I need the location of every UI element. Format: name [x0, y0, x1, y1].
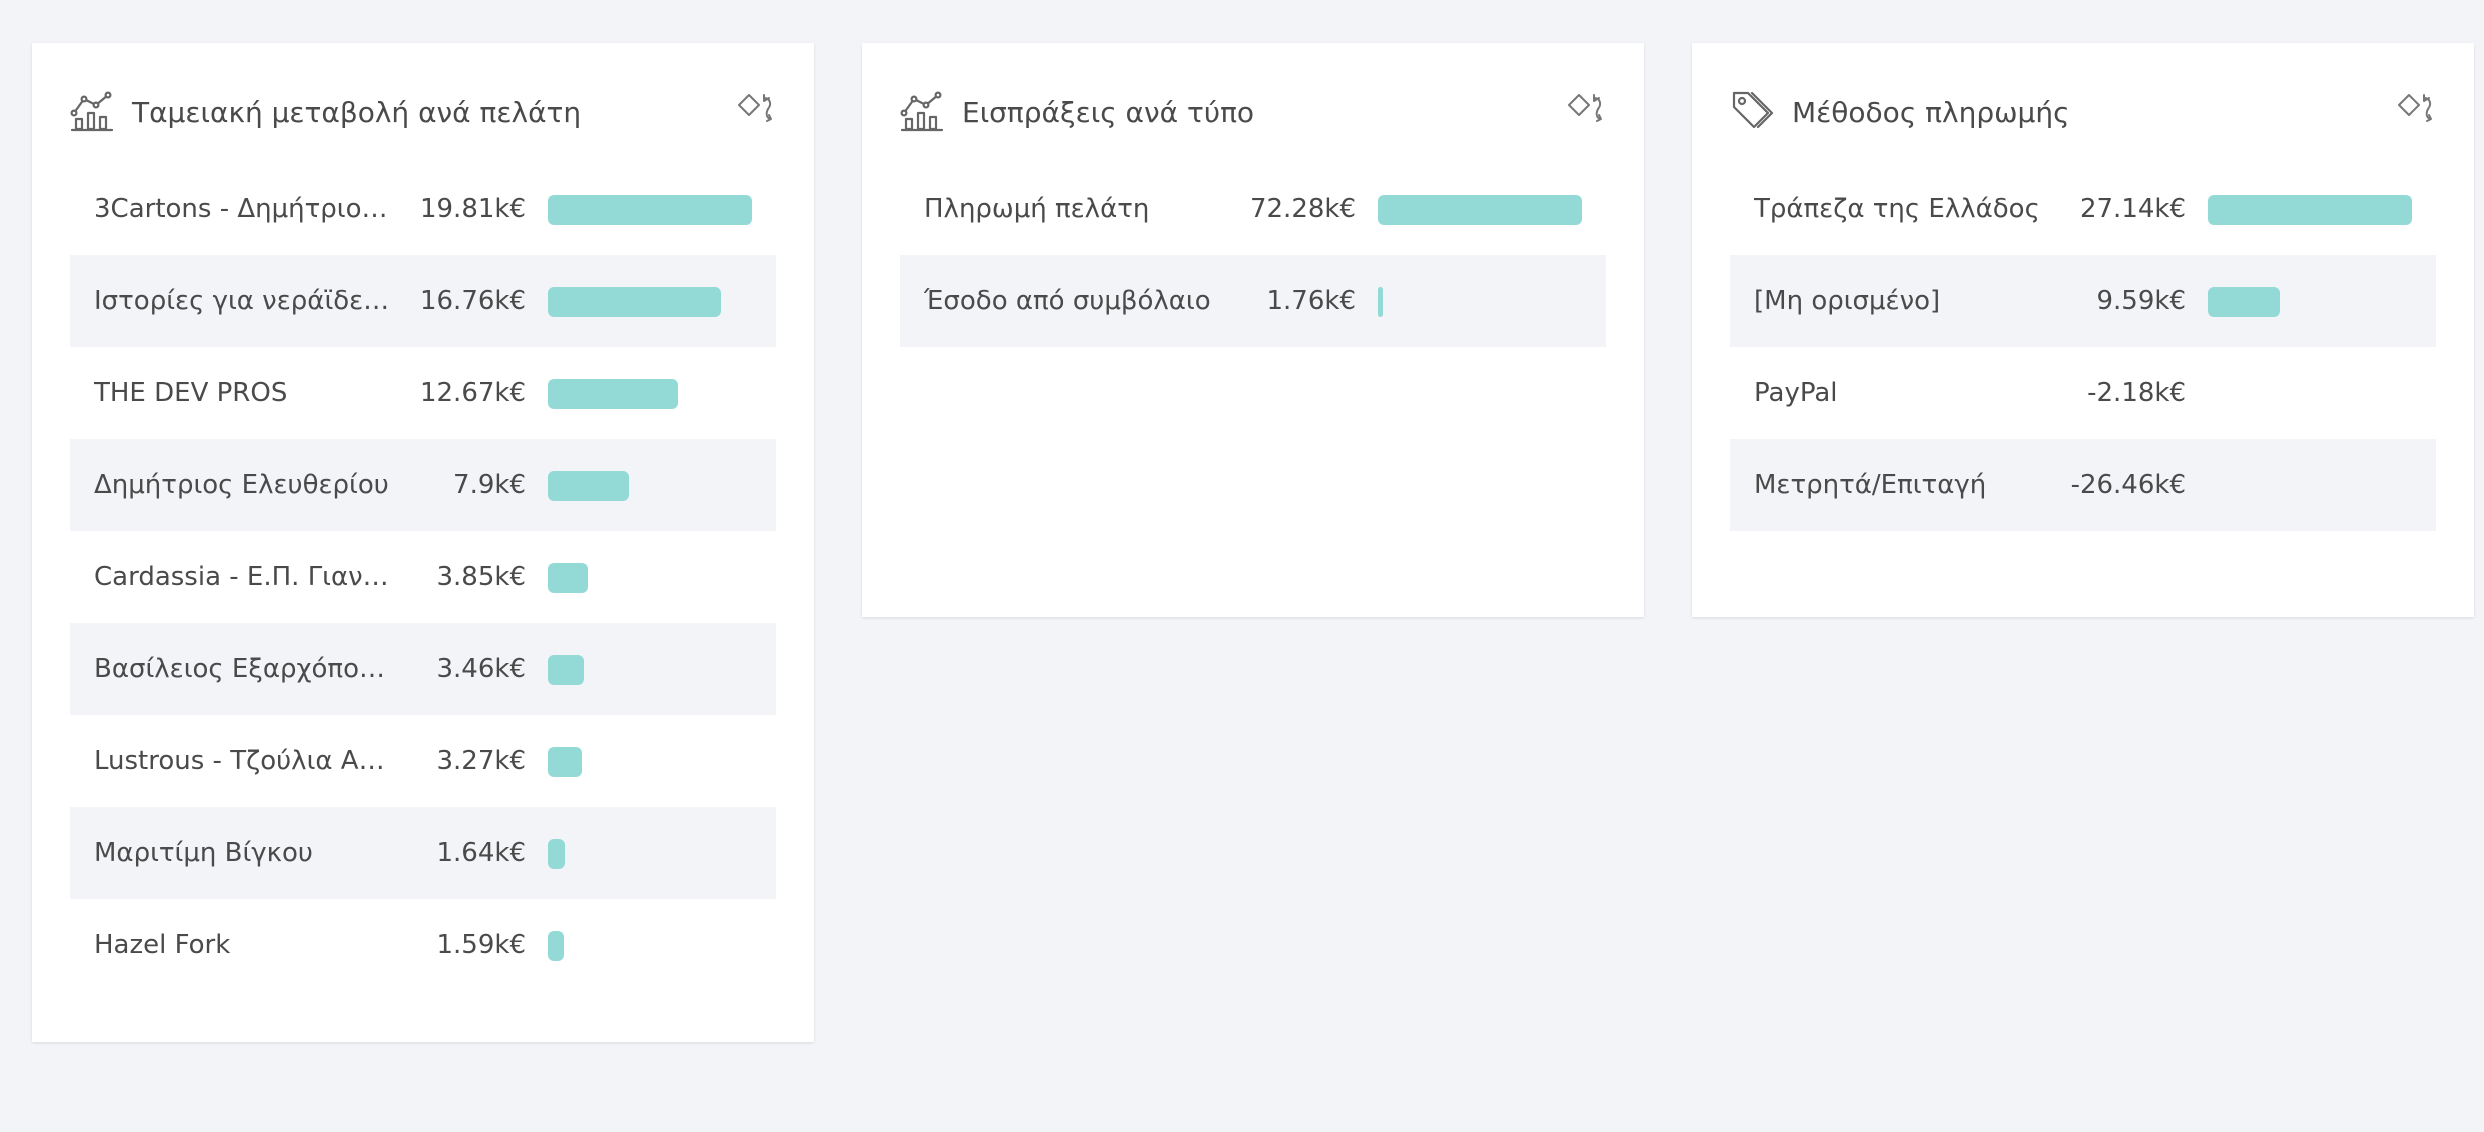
- row-bar: [548, 287, 721, 317]
- row-amount: 9.59k€: [2096, 286, 2187, 316]
- row-amount: 16.76k€: [419, 286, 526, 316]
- row-label: Μετρητά/Επιταγή: [1754, 470, 1987, 500]
- widget-rows: Τράπεζα της Ελλάδος 27.14k€ [Μη ορισμένο…: [1730, 163, 2436, 531]
- row-bar: [548, 655, 584, 685]
- toggle-chart-icon[interactable]: [736, 91, 776, 127]
- widget-header: Εισπράξεις ανά τύπο: [900, 89, 1606, 137]
- row-bar: [2208, 287, 2280, 317]
- toggle-chart-icon[interactable]: [1566, 91, 1606, 127]
- row-amount: 1.76k€: [1266, 286, 1357, 316]
- row-amount: 3.27k€: [436, 746, 527, 776]
- row-amount: 3.46k€: [436, 654, 527, 684]
- row-bar: [548, 839, 565, 869]
- widget-rows: 3Cartons - Δημήτριος Ελευθερίου 19.81k€ …: [70, 163, 776, 991]
- row-amount: 1.59k€: [436, 930, 527, 960]
- list-item[interactable]: [Μη ορισμένο] 9.59k€: [1730, 255, 2436, 347]
- list-item[interactable]: Έσοδο από συμβόλαιο 1.76k€: [900, 255, 1606, 347]
- row-label: Lustrous - Τζούλια Αλεξίου: [94, 746, 394, 776]
- row-amount: 1.64k€: [436, 838, 527, 868]
- row-label: Βασίλειος Εξαρχόπουλος: [94, 654, 394, 684]
- widget-receipts-by-type: Εισπράξεις ανά τύπο Πληρωμή πελάτη 72.28…: [862, 43, 1644, 617]
- row-label: [Μη ορισμένο]: [1754, 286, 1941, 316]
- list-item[interactable]: Lustrous - Τζούλια Αλεξίου 3.27k€: [70, 715, 776, 807]
- widget-header: Μέθοδος πληρωμής: [1730, 89, 2436, 137]
- row-bar: [548, 747, 582, 777]
- row-amount: 27.14k€: [2079, 194, 2186, 224]
- tag-icon: [1732, 91, 1774, 129]
- row-label: Μαριτίμη Βίγκου: [94, 838, 313, 868]
- row-bar: [1378, 287, 1383, 317]
- row-bar: [548, 563, 588, 593]
- list-item[interactable]: 3Cartons - Δημήτριος Ελευθερίου 19.81k€: [70, 163, 776, 255]
- row-bar: [1378, 195, 1582, 225]
- row-amount: 72.28k€: [1249, 194, 1356, 224]
- list-item[interactable]: Πληρωμή πελάτη 72.28k€: [900, 163, 1606, 255]
- row-amount: 12.67k€: [419, 378, 526, 408]
- row-label: Τράπεζα της Ελλάδος: [1754, 194, 2040, 224]
- bar-chart-trend-icon: [70, 91, 114, 132]
- row-label: Ιστορίες για νεράϊδες και ξωτικά: [94, 286, 394, 316]
- list-item[interactable]: Τράπεζα της Ελλάδος 27.14k€: [1730, 163, 2436, 255]
- row-label: Πληρωμή πελάτη: [924, 194, 1150, 224]
- list-item[interactable]: Hazel Fork 1.59k€: [70, 899, 776, 991]
- widget-payment-method: Μέθοδος πληρωμής Τράπεζα της Ελλάδος 27.…: [1692, 43, 2474, 617]
- widget-title: Εισπράξεις ανά τύπο: [962, 96, 1255, 129]
- row-amount: 3.85k€: [436, 562, 527, 592]
- row-amount: -26.46k€: [2070, 470, 2186, 500]
- list-item[interactable]: PayPal -2.18k€: [1730, 347, 2436, 439]
- row-amount: 19.81k€: [419, 194, 526, 224]
- list-item[interactable]: Ιστορίες για νεράϊδες και ξωτικά 16.76k€: [70, 255, 776, 347]
- bar-chart-trend-icon: [900, 91, 944, 132]
- list-item[interactable]: Βασίλειος Εξαρχόπουλος 3.46k€: [70, 623, 776, 715]
- row-bar: [548, 931, 564, 961]
- row-label: PayPal: [1754, 378, 1838, 408]
- widget-cash-change-by-client: Ταμειακή μεταβολή ανά πελάτη 3Cartons - …: [32, 43, 814, 1042]
- row-bar: [548, 471, 629, 501]
- list-item[interactable]: Cardassia - Ε.Π. Γιαννόπουλος 3.85k€: [70, 531, 776, 623]
- list-item[interactable]: Μετρητά/Επιταγή -26.46k€: [1730, 439, 2436, 531]
- row-label: Cardassia - Ε.Π. Γιαννόπουλος: [94, 562, 394, 592]
- toggle-chart-icon[interactable]: [2396, 91, 2436, 127]
- widget-rows: Πληρωμή πελάτη 72.28k€ Έσοδο από συμβόλα…: [900, 163, 1606, 347]
- row-amount: 7.9k€: [453, 470, 526, 500]
- row-label: Έσοδο από συμβόλαιο: [924, 286, 1211, 316]
- row-bar: [2208, 195, 2412, 225]
- row-label: 3Cartons - Δημήτριος Ελευθερίου: [94, 194, 394, 224]
- widget-title: Μέθοδος πληρωμής: [1792, 96, 2070, 129]
- row-label: Δημήτριος Ελευθερίου: [94, 470, 389, 500]
- list-item[interactable]: Δημήτριος Ελευθερίου 7.9k€: [70, 439, 776, 531]
- widget-title: Ταμειακή μεταβολή ανά πελάτη: [132, 96, 582, 129]
- row-bar: [548, 195, 752, 225]
- row-amount: -2.18k€: [2087, 378, 2186, 408]
- row-label: THE DEV PROS: [94, 378, 288, 408]
- row-bar: [548, 379, 678, 409]
- row-label: Hazel Fork: [94, 930, 231, 960]
- list-item[interactable]: Μαριτίμη Βίγκου 1.64k€: [70, 807, 776, 899]
- list-item[interactable]: THE DEV PROS 12.67k€: [70, 347, 776, 439]
- widget-header: Ταμειακή μεταβολή ανά πελάτη: [70, 89, 776, 137]
